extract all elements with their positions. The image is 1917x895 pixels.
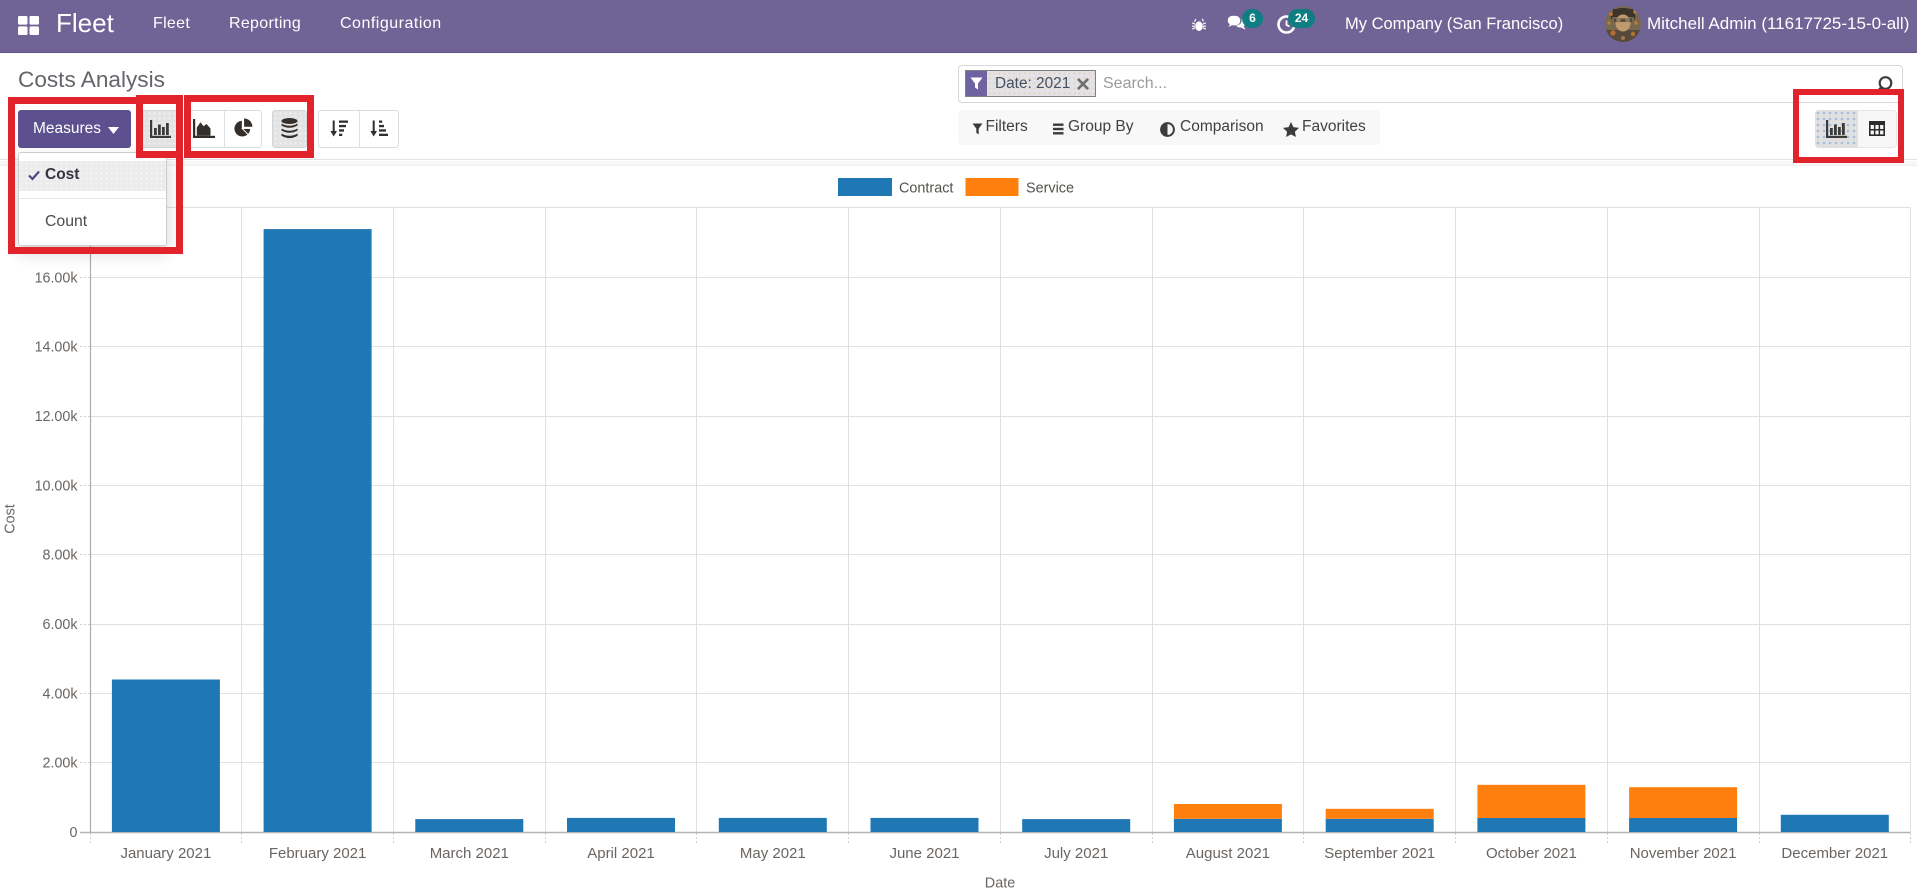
svg-text:May 2021: May 2021 (740, 845, 806, 862)
svg-text:12.00k: 12.00k (35, 409, 79, 425)
svg-text:August 2021: August 2021 (1186, 845, 1270, 862)
svg-text:September 2021: September 2021 (1324, 845, 1435, 862)
svg-text:Cost: Cost (2, 504, 18, 533)
svg-text:October 2021: October 2021 (1486, 845, 1577, 862)
svg-text:2.00k: 2.00k (43, 756, 79, 772)
svg-text:June 2021: June 2021 (889, 845, 959, 862)
svg-text:6.00k: 6.00k (43, 617, 79, 633)
svg-text:April 2021: April 2021 (587, 845, 655, 862)
svg-text:November 2021: November 2021 (1630, 845, 1737, 862)
svg-text:Service: Service (1026, 181, 1074, 197)
svg-text:0: 0 (70, 825, 78, 841)
svg-text:Date: Date (985, 876, 1015, 892)
svg-text:July 2021: July 2021 (1044, 845, 1108, 862)
svg-text:February 2021: February 2021 (269, 845, 367, 862)
svg-text:March 2021: March 2021 (430, 845, 509, 862)
svg-text:16.00k: 16.00k (35, 270, 79, 286)
svg-text:Contract: Contract (899, 181, 953, 197)
svg-text:14.00k: 14.00k (35, 340, 79, 356)
svg-text:December 2021: December 2021 (1781, 845, 1888, 862)
svg-text:4.00k: 4.00k (43, 686, 79, 702)
svg-text:10.00k: 10.00k (35, 478, 79, 494)
svg-text:January 2021: January 2021 (120, 845, 211, 862)
svg-text:8.00k: 8.00k (43, 548, 79, 564)
